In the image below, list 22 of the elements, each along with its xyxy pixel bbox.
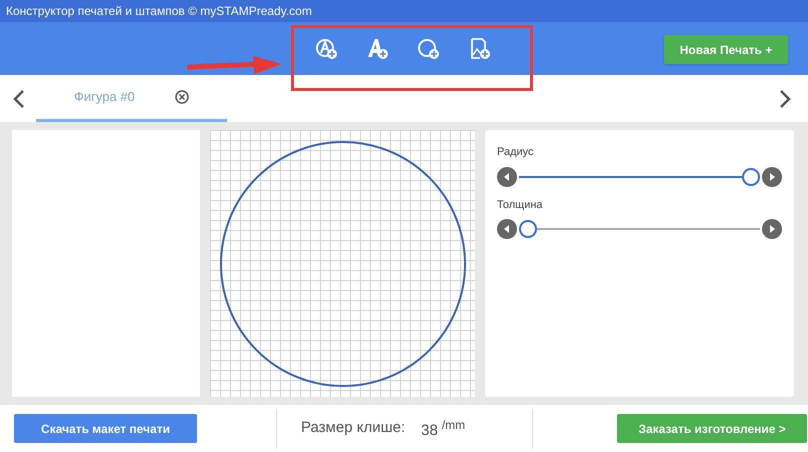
download-button[interactable]: Скачать макет печати [14,414,197,443]
window-title: Конструктор печатей и штампов © mySTAMPready.com [6,3,312,20]
tab[interactable]: Фигура #0 [74,87,135,107]
new-stamp-button[interactable]: Новая Печать + [664,35,788,64]
slider-thumb[interactable] [742,168,760,186]
add-text-icon[interactable] [366,36,390,60]
add-circle-text-icon[interactable] [315,36,339,60]
size-unit: /mm [442,416,466,434]
previous-icon[interactable] [12,88,26,108]
slider-label: Радиус [497,145,535,160]
order-button[interactable]: Заказать изготовление > [617,414,808,443]
close-icon[interactable] [174,90,189,104]
size-value: 38 [421,421,438,442]
decrease-icon[interactable] [497,166,517,186]
increase-icon[interactable] [762,166,782,186]
increase-icon[interactable] [762,219,782,239]
add-image-icon[interactable] [468,36,492,60]
size-label: Размер клише: [301,418,406,438]
slider-label: Толщина [497,198,544,212]
decrease-icon[interactable] [497,219,517,239]
slider-thumb[interactable] [519,220,537,238]
next-icon[interactable] [778,88,792,108]
